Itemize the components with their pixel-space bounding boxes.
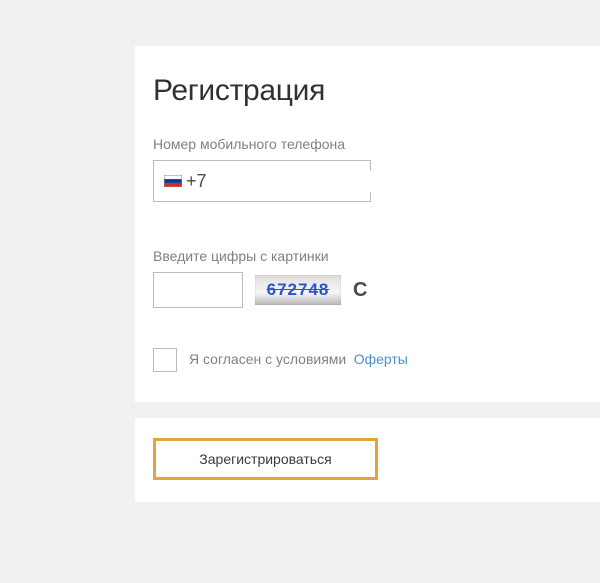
agreement-checkbox[interactable] (153, 348, 177, 372)
register-button[interactable]: Зарегистрироваться (153, 438, 378, 480)
captcha-section: Введите цифры с картинки 672748 C (153, 248, 582, 308)
agreement-row: Я согласен с условиями Оферты (153, 348, 582, 372)
page-title: Регистрация (153, 74, 582, 108)
captcha-row: 672748 C (153, 272, 582, 308)
refresh-icon[interactable]: C (353, 279, 367, 302)
registration-form: Регистрация Номер мобильного телефона +7… (135, 46, 600, 402)
offer-link[interactable]: Оферты (354, 351, 408, 367)
captcha-input[interactable] (153, 272, 243, 308)
footer-panel: Зарегистрироваться (135, 418, 600, 502)
captcha-label: Введите цифры с картинки (153, 248, 582, 264)
phone-input[interactable] (209, 171, 441, 192)
phone-prefix: +7 (186, 171, 207, 192)
russia-flag-icon (164, 175, 182, 187)
agreement-text-wrapper: Я согласен с условиями Оферты (189, 351, 408, 369)
captcha-text: 672748 (267, 280, 330, 300)
agreement-text: Я согласен с условиями (189, 351, 346, 367)
phone-label: Номер мобильного телефона (153, 136, 582, 152)
captcha-image: 672748 (255, 275, 341, 305)
phone-input-wrapper[interactable]: +7 (153, 160, 371, 202)
